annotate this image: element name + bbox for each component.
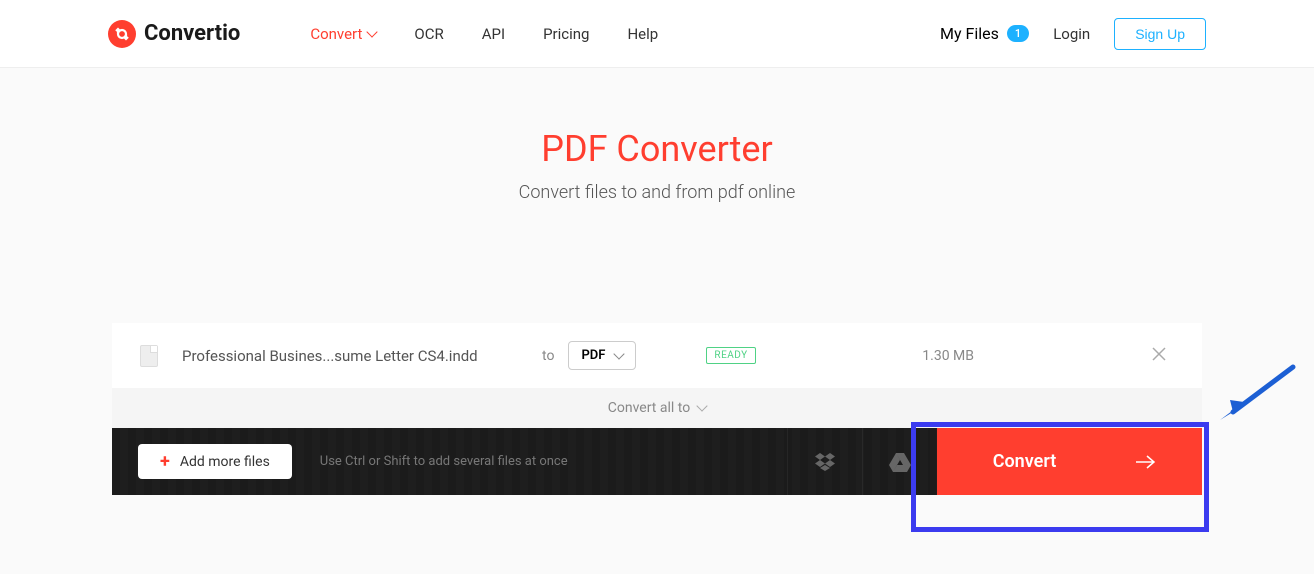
page-title: PDF Converter — [0, 128, 1314, 170]
bottom-bar: + Add more files Use Ctrl or Shift to ad… — [112, 428, 1202, 495]
my-files-link[interactable]: My Files 1 — [940, 24, 1029, 43]
logo-text: Convertio — [144, 21, 240, 46]
nav-api[interactable]: API — [482, 25, 505, 43]
format-select[interactable]: PDF — [568, 341, 636, 370]
file-area: Professional Busines...sume Letter CS4.i… — [112, 323, 1202, 495]
to-label: to — [542, 348, 554, 364]
login-link[interactable]: Login — [1053, 25, 1090, 43]
google-drive-icon — [889, 452, 911, 472]
format-value: PDF — [581, 348, 605, 363]
convert-all-dropdown[interactable]: Convert all to — [112, 388, 1202, 428]
arrow-right-icon — [1136, 454, 1156, 470]
helper-text: Use Ctrl or Shift to add several files a… — [320, 454, 787, 469]
file-size: 1.30 MB — [922, 348, 974, 364]
file-icon — [140, 345, 158, 367]
chevron-down-icon — [367, 26, 378, 37]
convert-all-label: Convert all to — [608, 400, 690, 416]
nav-pricing[interactable]: Pricing — [543, 25, 589, 43]
plus-icon: + — [160, 451, 170, 472]
convert-button[interactable]: Convert — [937, 428, 1202, 495]
logo-icon — [108, 20, 136, 48]
annotation-arrow — [1218, 362, 1298, 422]
google-drive-button[interactable] — [862, 428, 937, 495]
remove-file-button[interactable] — [1152, 346, 1166, 365]
add-more-files-button[interactable]: + Add more files — [138, 444, 292, 479]
nav-convert-label: Convert — [310, 25, 362, 43]
dropbox-button[interactable] — [787, 428, 862, 495]
my-files-label: My Files — [940, 24, 999, 43]
signup-button[interactable]: Sign Up — [1114, 18, 1206, 50]
nav-convert[interactable]: Convert — [310, 25, 376, 43]
file-row: Professional Busines...sume Letter CS4.i… — [112, 323, 1202, 388]
header-right: My Files 1 Login Sign Up — [940, 18, 1206, 50]
chevron-down-icon — [697, 400, 708, 411]
nav: Convert OCR API Pricing Help — [310, 25, 658, 43]
chevron-down-icon — [614, 348, 625, 359]
file-name: Professional Busines...sume Letter CS4.i… — [182, 347, 522, 365]
add-more-label: Add more files — [180, 454, 270, 470]
files-count-badge: 1 — [1007, 25, 1029, 42]
logo[interactable]: Convertio — [108, 20, 240, 48]
nav-help[interactable]: Help — [627, 25, 658, 43]
page-subtitle: Convert files to and from pdf online — [0, 182, 1314, 203]
dropbox-icon — [814, 452, 836, 472]
main: PDF Converter Convert files to and from … — [0, 68, 1314, 203]
nav-ocr[interactable]: OCR — [414, 25, 443, 43]
header-left: Convertio Convert OCR API Pricing Help — [108, 20, 658, 48]
convert-label: Convert — [993, 451, 1057, 472]
status-badge: READY — [706, 347, 755, 364]
header: Convertio Convert OCR API Pricing Help M… — [0, 0, 1314, 68]
